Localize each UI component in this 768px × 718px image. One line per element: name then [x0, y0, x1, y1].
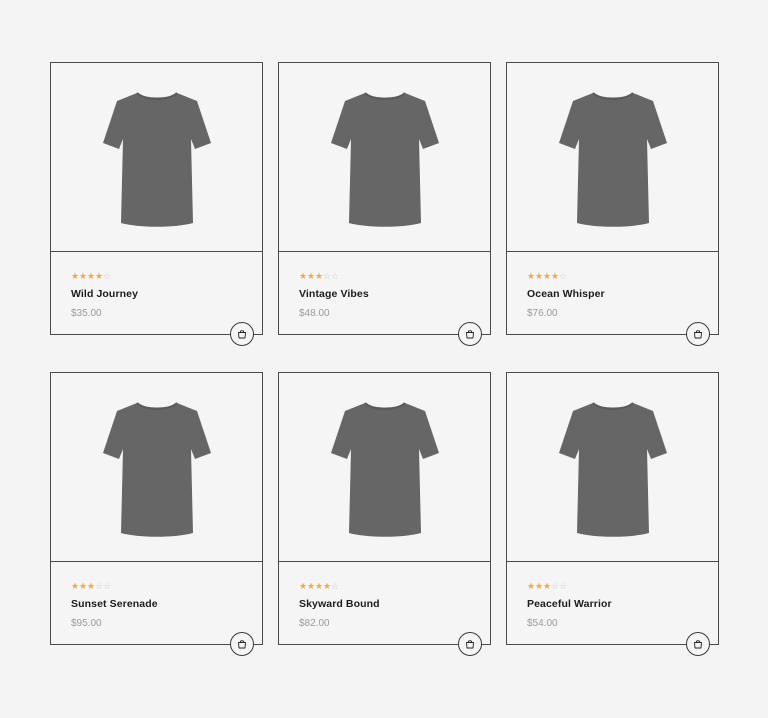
- star-filled-icon: ★: [323, 580, 332, 591]
- tshirt-icon: [558, 402, 667, 537]
- product-image-area[interactable]: [279, 63, 490, 252]
- product-price: $82.00: [299, 618, 330, 629]
- product-info: ★ ★ ★ ☆ ☆ Peaceful Warrior $54.00: [527, 581, 706, 629]
- product-card[interactable]: ★ ★ ★ ☆ ☆ Vintage Vibes $48.00: [278, 62, 491, 346]
- shopping-bag-icon: [238, 640, 246, 649]
- product-price: $95.00: [71, 618, 102, 629]
- product-info: ★ ★ ★ ☆ ☆ Vintage Vibes $48.00: [299, 271, 478, 319]
- star-empty-icon: ☆: [559, 580, 568, 591]
- add-to-cart-button[interactable]: [458, 632, 482, 656]
- add-to-cart-button[interactable]: [686, 632, 710, 656]
- star-filled-icon: ★: [535, 580, 544, 591]
- star-filled-icon: ★: [543, 270, 552, 281]
- shopping-bag-icon: [466, 330, 474, 339]
- product-info: ★ ★ ★ ★ ☆ Skyward Bound $82.00: [299, 581, 478, 629]
- star-empty-icon: ☆: [323, 270, 332, 281]
- rating-stars: ★ ★ ★ ★ ☆: [299, 581, 478, 591]
- star-filled-icon: ★: [71, 580, 80, 591]
- star-filled-icon: ★: [299, 580, 308, 591]
- shopping-bag-icon: [466, 640, 474, 649]
- product-price: $35.00: [71, 308, 102, 319]
- star-filled-icon: ★: [551, 270, 560, 281]
- product-image-area[interactable]: [507, 63, 718, 252]
- product-image-area[interactable]: [279, 373, 490, 562]
- star-empty-icon: ☆: [331, 270, 340, 281]
- star-filled-icon: ★: [535, 270, 544, 281]
- tshirt-icon: [102, 92, 211, 227]
- star-empty-icon: ☆: [559, 270, 568, 281]
- star-filled-icon: ★: [87, 580, 96, 591]
- star-empty-icon: ☆: [95, 580, 104, 591]
- add-to-cart-button[interactable]: [686, 322, 710, 346]
- star-filled-icon: ★: [315, 270, 324, 281]
- star-filled-icon: ★: [543, 580, 552, 591]
- product-price: $76.00: [527, 308, 558, 319]
- product-image-area[interactable]: [51, 63, 262, 252]
- star-filled-icon: ★: [95, 270, 104, 281]
- star-empty-icon: ☆: [103, 580, 112, 591]
- star-filled-icon: ★: [79, 580, 88, 591]
- star-empty-icon: ☆: [331, 580, 340, 591]
- add-to-cart-button[interactable]: [458, 322, 482, 346]
- product-name[interactable]: Wild Journey: [71, 288, 250, 300]
- product-info: ★ ★ ★ ☆ ☆ Sunset Serenade $95.00: [71, 581, 250, 629]
- star-filled-icon: ★: [299, 270, 308, 281]
- star-filled-icon: ★: [307, 270, 316, 281]
- star-filled-icon: ★: [307, 580, 316, 591]
- product-price: $54.00: [527, 618, 558, 629]
- star-filled-icon: ★: [315, 580, 324, 591]
- product-name[interactable]: Peaceful Warrior: [527, 598, 706, 610]
- product-name[interactable]: Ocean Whisper: [527, 288, 706, 300]
- star-empty-icon: ☆: [103, 270, 112, 281]
- rating-stars: ★ ★ ★ ☆ ☆: [71, 581, 250, 591]
- star-filled-icon: ★: [71, 270, 80, 281]
- product-image-area[interactable]: [507, 373, 718, 562]
- product-card[interactable]: ★ ★ ★ ★ ☆ Wild Journey $35.00: [50, 62, 263, 346]
- add-to-cart-button[interactable]: [230, 632, 254, 656]
- product-name[interactable]: Skyward Bound: [299, 598, 478, 610]
- tshirt-icon: [558, 92, 667, 227]
- product-name[interactable]: Vintage Vibes: [299, 288, 478, 300]
- rating-stars: ★ ★ ★ ☆ ☆: [527, 581, 706, 591]
- shopping-bag-icon: [694, 640, 702, 649]
- tshirt-icon: [330, 92, 439, 227]
- product-image-area[interactable]: [51, 373, 262, 562]
- shopping-bag-icon: [238, 330, 246, 339]
- star-filled-icon: ★: [527, 580, 536, 591]
- product-name[interactable]: Sunset Serenade: [71, 598, 250, 610]
- star-filled-icon: ★: [527, 270, 536, 281]
- product-price: $48.00: [299, 308, 330, 319]
- product-card[interactable]: ★ ★ ★ ★ ☆ Skyward Bound $82.00: [278, 372, 491, 656]
- product-grid: ★ ★ ★ ★ ☆ Wild Journey $35.00 ★ ★ ★ ☆ ☆ Vintage …: [50, 62, 719, 656]
- product-card[interactable]: ★ ★ ★ ☆ ☆ Peaceful Warrior $54.00: [506, 372, 719, 656]
- shopping-bag-icon: [694, 330, 702, 339]
- rating-stars: ★ ★ ★ ☆ ☆: [299, 271, 478, 281]
- product-card[interactable]: ★ ★ ★ ☆ ☆ Sunset Serenade $95.00: [50, 372, 263, 656]
- star-filled-icon: ★: [87, 270, 96, 281]
- product-info: ★ ★ ★ ★ ☆ Wild Journey $35.00: [71, 271, 250, 319]
- add-to-cart-button[interactable]: [230, 322, 254, 346]
- product-info: ★ ★ ★ ★ ☆ Ocean Whisper $76.00: [527, 271, 706, 319]
- rating-stars: ★ ★ ★ ★ ☆: [527, 271, 706, 281]
- star-filled-icon: ★: [79, 270, 88, 281]
- star-empty-icon: ☆: [551, 580, 560, 591]
- tshirt-icon: [330, 402, 439, 537]
- tshirt-icon: [102, 402, 211, 537]
- rating-stars: ★ ★ ★ ★ ☆: [71, 271, 250, 281]
- product-card[interactable]: ★ ★ ★ ★ ☆ Ocean Whisper $76.00: [506, 62, 719, 346]
